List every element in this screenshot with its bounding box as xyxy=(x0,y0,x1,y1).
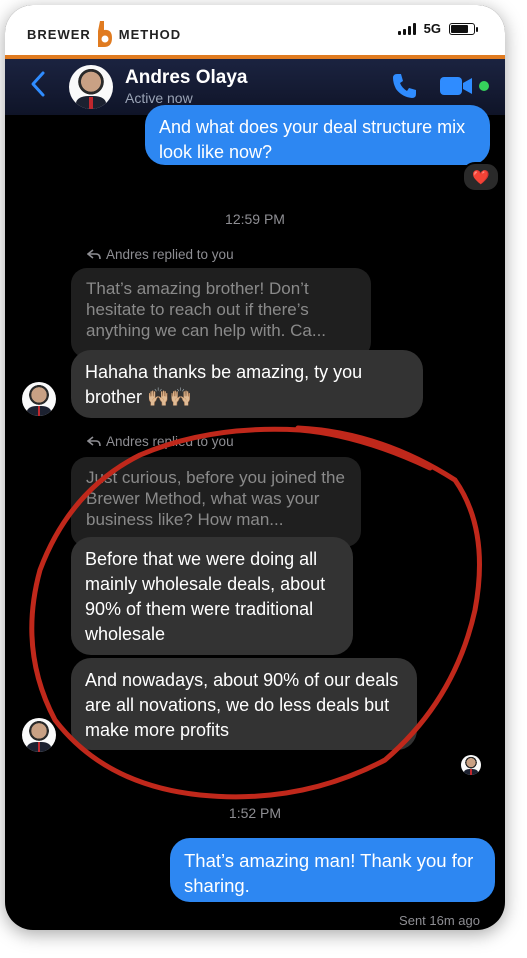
outgoing-message[interactable]: And what does your deal structure mix lo… xyxy=(145,105,490,165)
network-label: 5G xyxy=(423,21,441,36)
reply-label: Andres replied to you xyxy=(106,247,234,262)
incoming-message[interactable]: Hahaha thanks be amazing, ty you brother… xyxy=(71,350,423,418)
brand-logo: BREWER METHOD xyxy=(27,17,181,51)
online-indicator xyxy=(479,81,489,91)
timestamp: 12:59 PM xyxy=(225,211,285,227)
message-text: And nowadays, about 90% of our deals are… xyxy=(85,670,399,740)
message-text: That’s amazing man! Thank you for sharin… xyxy=(184,850,474,896)
outgoing-message[interactable]: That’s amazing man! Thank you for sharin… xyxy=(170,838,495,902)
contact-status: Active now xyxy=(125,90,193,106)
reply-arrow-icon xyxy=(87,248,101,259)
quoted-message[interactable]: That’s amazing brother! Don’t hesitate t… xyxy=(71,268,371,358)
reply-indicator: Andres replied to you xyxy=(87,247,234,262)
sender-avatar[interactable] xyxy=(22,382,56,416)
quoted-text: Just curious, before you joined the Brew… xyxy=(86,468,345,529)
chevron-left-icon xyxy=(31,71,45,97)
phone-icon[interactable] xyxy=(390,71,420,101)
signal-icon xyxy=(397,22,416,35)
quoted-text: That’s amazing brother! Don’t hesitate t… xyxy=(86,279,327,340)
video-camera-icon[interactable] xyxy=(439,74,473,98)
reply-label: Andres replied to you xyxy=(106,434,234,449)
status-indicators: 5G xyxy=(397,21,478,36)
incoming-message[interactable]: Before that we were doing all mainly who… xyxy=(71,537,353,655)
heart-reaction[interactable]: ❤️ xyxy=(462,162,500,192)
brand-word-right: METHOD xyxy=(118,26,182,42)
battery-icon xyxy=(449,22,478,35)
sender-avatar[interactable] xyxy=(22,718,56,752)
message-text: Before that we were doing all mainly who… xyxy=(85,549,326,644)
heart-icon: ❤️ xyxy=(472,168,490,185)
reply-indicator: Andres replied to you xyxy=(87,434,234,449)
phone-frame: BREWER METHOD 5G Andres Olaya Active now… xyxy=(5,5,505,930)
brand-word-left: BREWER xyxy=(27,26,91,42)
back-button[interactable] xyxy=(29,69,47,105)
message-text: Hahaha thanks be amazing, ty you brother… xyxy=(85,362,363,407)
seen-avatar xyxy=(461,755,481,775)
timestamp: 1:52 PM xyxy=(228,805,282,821)
status-bar: BREWER METHOD 5G xyxy=(5,5,505,57)
brand-b-icon xyxy=(95,19,115,49)
contact-avatar[interactable] xyxy=(69,65,113,109)
contact-name[interactable]: Andres Olaya xyxy=(125,67,248,89)
reply-arrow-icon xyxy=(87,435,101,446)
incoming-message[interactable]: And nowadays, about 90% of our deals are… xyxy=(71,658,417,750)
message-text: And what does your deal structure mix lo… xyxy=(159,117,466,162)
quoted-message[interactable]: Just curious, before you joined the Brew… xyxy=(71,457,361,547)
sent-status: Sent 16m ago xyxy=(399,913,480,928)
